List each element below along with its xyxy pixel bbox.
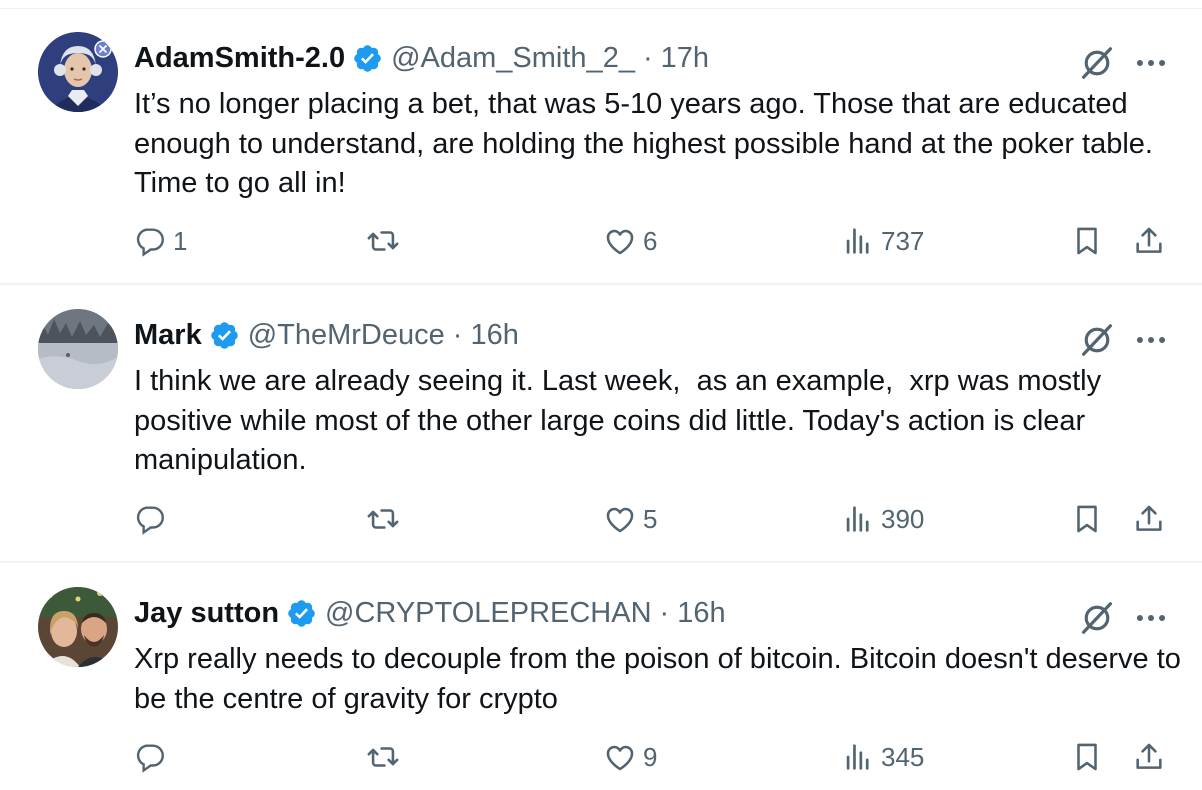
retweet-button[interactable] [366,221,406,261]
tweet-text: Xrp really needs to decouple from the po… [134,643,1189,715]
tweet[interactable]: AdamSmith-2.0 @Adam_Smith_2_ · 17h It’s … [0,8,1202,285]
verified-badge-icon [286,598,317,629]
separator-dot: · [452,319,463,351]
grok-icon[interactable] [1078,599,1116,637]
reply-button[interactable]: 1 [133,221,187,261]
heart-icon [606,507,634,533]
timestamp[interactable]: 16h [470,313,518,357]
reply-feed: AdamSmith-2.0 @Adam_Smith_2_ · 17h It’s … [0,0,1202,790]
tweet[interactable]: Mark @TheMrDeuce · 16h I think we are al… [0,285,1202,563]
retweet-button[interactable] [366,737,406,777]
share-button[interactable] [1132,221,1166,261]
views-count: 737 [881,225,925,256]
user-handle[interactable]: @CRYPTOLEPRECHAN [325,591,652,635]
reply-icon [136,228,164,257]
avatar[interactable] [38,309,118,389]
display-name[interactable]: AdamSmith-2.0 [134,36,345,80]
bookmark-button[interactable] [1070,737,1104,777]
reply-count: 1 [173,225,188,256]
tweet-text: I think we are already seeing it. Last w… [134,365,1110,476]
grok-icon[interactable] [1078,44,1116,82]
timestamp[interactable]: 17h [661,36,709,80]
retweet-icon [367,509,399,529]
like-count: 5 [643,503,658,534]
like-button[interactable]: 5 [603,499,657,539]
action-bar: 5 390 [0,499,1202,539]
tweet[interactable]: Jay sutton @CRYPTOLEPRECHAN · 16h Xrp re… [0,563,1202,790]
views-count: 390 [881,503,925,534]
retweet-icon [367,747,399,767]
verified-badge-icon [352,43,383,74]
share-button[interactable] [1132,499,1166,539]
share-button[interactable] [1132,737,1166,777]
user-handle[interactable]: @TheMrDeuce [248,313,445,357]
grok-icon[interactable] [1078,321,1116,359]
display-name[interactable]: Mark [134,313,202,357]
views-button[interactable]: 345 [841,737,924,777]
views-chart-icon [846,744,869,770]
bookmark-icon [1077,227,1097,255]
more-dots-icon[interactable] [1132,321,1170,359]
tweet-header: Mark @TheMrDeuce · 16h [134,313,519,357]
timestamp[interactable]: 16h [677,591,725,635]
views-chart-icon [846,228,869,254]
like-count: 6 [643,225,658,256]
tweet-header: AdamSmith-2.0 @Adam_Smith_2_ · 17h [134,36,709,80]
avatar[interactable] [38,587,118,667]
share-icon [1136,227,1162,253]
reply-icon [136,744,164,773]
like-button[interactable]: 6 [603,221,657,261]
verified-badge-icon [209,320,240,351]
retweet-icon [367,231,399,251]
like-count: 9 [643,741,658,772]
more-dots-icon[interactable] [1132,599,1170,637]
more-dots-icon[interactable] [1132,44,1170,82]
views-chart-icon [846,506,869,532]
views-count: 345 [881,741,925,772]
views-button[interactable]: 737 [841,221,924,261]
like-button[interactable]: 9 [603,737,657,777]
share-icon [1136,743,1162,769]
share-icon [1136,505,1162,531]
action-bar: 9 345 [0,737,1202,777]
reply-icon [136,506,164,535]
bookmark-icon [1077,743,1097,771]
views-button[interactable]: 390 [841,499,924,539]
tweet-text: It’s no longer placing a bet, that was 5… [134,88,1161,199]
bookmark-icon [1077,505,1097,533]
user-handle[interactable]: @Adam_Smith_2_ [391,36,635,80]
reply-button[interactable] [133,499,173,539]
reply-button[interactable] [133,737,173,777]
heart-icon [606,745,634,771]
avatar[interactable] [38,32,118,112]
action-bar: 1 6 737 [0,221,1202,261]
tweet-header: Jay sutton @CRYPTOLEPRECHAN · 16h [134,591,726,635]
bookmark-button[interactable] [1070,221,1104,261]
bookmark-button[interactable] [1070,499,1104,539]
separator-dot: · [659,597,670,629]
separator-dot: · [642,42,653,74]
display-name[interactable]: Jay sutton [134,591,279,635]
heart-icon [606,229,634,255]
retweet-button[interactable] [366,499,406,539]
